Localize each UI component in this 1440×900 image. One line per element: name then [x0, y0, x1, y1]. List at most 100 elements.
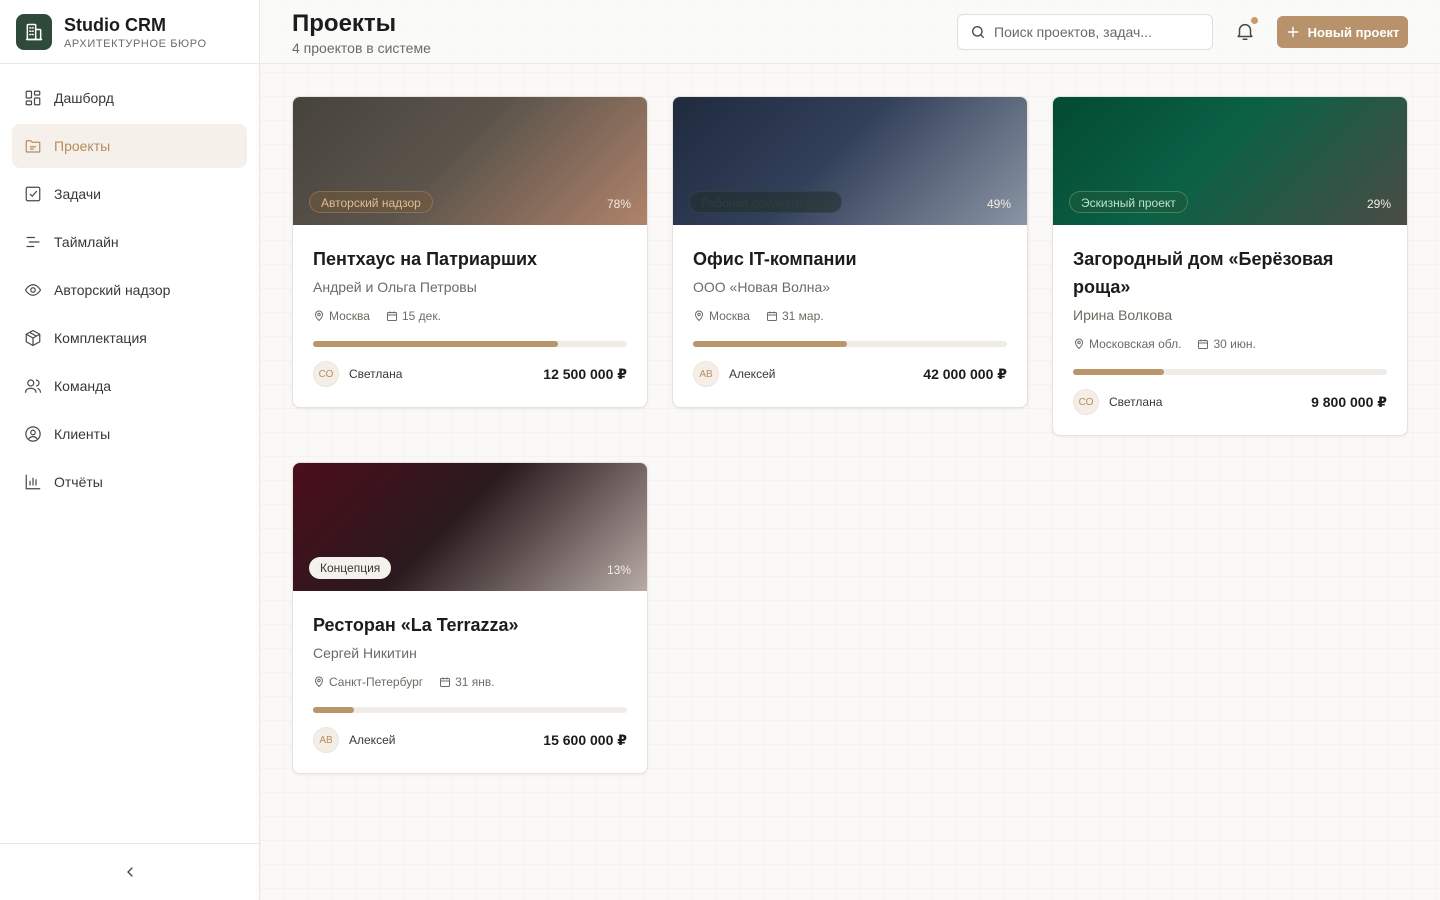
calendar-icon: [440, 677, 451, 687]
user-circle-icon: [24, 425, 42, 443]
map-pin-icon: [314, 676, 324, 688]
sidebar-item-reports[interactable]: Отчёты: [12, 460, 247, 504]
owner-name: Алексей: [349, 733, 396, 747]
project-client: Ирина Волкова: [1073, 307, 1173, 323]
sidebar-nav: Дашборд Проекты Задачи Таймлайн Авторски…: [0, 64, 259, 504]
page-subtitle: 4 проектов в системе: [292, 40, 431, 56]
chevron-left-icon: [126, 867, 133, 877]
dashboard-icon: [24, 89, 42, 107]
plus-icon: [1287, 26, 1298, 38]
sidebar-item-label: Задачи: [54, 186, 102, 202]
sidebar-item-projects[interactable]: Проекты: [12, 124, 247, 168]
sidebar-item-label: Отчёты: [54, 474, 103, 490]
progress-percent: 29%: [1366, 197, 1391, 211]
project-budget: 9 800 000 ₽: [1311, 393, 1387, 410]
project-cover: Рабочая документация 49%: [673, 97, 1027, 225]
map-pin-icon: [1074, 338, 1084, 350]
progress-fill: [313, 341, 558, 347]
project-card[interactable]: Эскизный проект 29% Загородный дом «Берё…: [1052, 96, 1408, 436]
progress-percent: 78%: [606, 197, 631, 211]
project-cover: Концепция 13%: [293, 463, 647, 591]
project-title: Загородный дом «Берёзовая роща»: [1073, 249, 1334, 297]
project-cover: Эскизный проект 29%: [1053, 97, 1407, 225]
brand-subtitle: АРХИТЕКТУРНОЕ БЮРО: [64, 37, 207, 50]
project-client: Андрей и Ольга Петровы: [313, 279, 477, 295]
folder-icon: [24, 137, 42, 155]
progress-percent: 49%: [986, 197, 1011, 211]
stage-badge: Эскизный проект: [1069, 191, 1188, 213]
owner-name: Светлана: [349, 367, 403, 381]
sidebar-item-tasks[interactable]: Задачи: [12, 172, 247, 216]
map-pin-icon: [694, 310, 704, 322]
sidebar-item-clients[interactable]: Клиенты: [12, 412, 247, 456]
collapse-sidebar-button[interactable]: [0, 843, 259, 900]
sidebar-item-label: Комплектация: [54, 330, 147, 346]
stage-badge: Авторский надзор: [309, 191, 433, 213]
search-icon: [972, 26, 984, 38]
sidebar-item-label: Клиенты: [54, 426, 111, 442]
progress-fill: [1073, 369, 1165, 375]
new-project-button[interactable]: Новый проект: [1277, 16, 1408, 48]
sidebar-item-dashboard[interactable]: Дашборд: [12, 76, 247, 120]
sidebar-item-label: Команда: [54, 378, 112, 394]
project-cover: Авторский надзор 78%: [293, 97, 647, 225]
page-title: Проекты: [292, 10, 397, 37]
project-date: 31 янв.: [455, 675, 495, 689]
sidebar-item-label: Проекты: [54, 138, 111, 154]
project-location: Москва: [329, 309, 370, 323]
calendar-icon: [386, 311, 397, 321]
project-budget: 12 500 000 ₽: [543, 365, 627, 382]
progress-bar: [313, 707, 627, 713]
sidebar: Studio CRM АРХИТЕКТУРНОЕ БЮРО Дашборд Пр…: [0, 0, 260, 900]
sidebar-item-team[interactable]: Команда: [12, 364, 247, 408]
project-location: Москва: [709, 309, 750, 323]
calendar-icon: [1198, 339, 1209, 349]
project-date: 15 дек.: [401, 309, 441, 323]
users-icon: [24, 377, 42, 395]
progress-fill: [693, 341, 847, 347]
avatar: СО: [313, 361, 339, 387]
main-content: Проекты 4 проектов в системе Новый проек…: [260, 0, 1440, 900]
sidebar-item-label: Авторский надзор: [54, 282, 171, 298]
stage-badge: Рабочая документация: [689, 191, 842, 213]
project-card[interactable]: Рабочая документация 49% Офис IT-компани…: [672, 96, 1028, 408]
project-client: ООО «Новая Волна»: [693, 279, 831, 295]
calendar-icon: [766, 311, 777, 321]
topbar: Проекты 4 проектов в системе Новый проек…: [260, 0, 1440, 64]
project-budget: 42 000 000 ₽: [923, 365, 1007, 382]
project-card[interactable]: Концепция 13% Ресторан «La Terrazza» Сер…: [292, 462, 648, 774]
sidebar-item-supervision[interactable]: Авторский надзор: [12, 268, 247, 312]
sidebar-item-label: Таймлайн: [54, 234, 119, 250]
project-card[interactable]: Авторский надзор 78% Пентхаус на Патриар…: [292, 96, 648, 408]
brand[interactable]: Studio CRM АРХИТЕКТУРНОЕ БЮРО: [0, 0, 259, 64]
search-input[interactable]: [994, 24, 1204, 40]
checkbox-icon: [24, 185, 42, 203]
owner-name: Светлана: [1109, 395, 1163, 409]
brand-name: Studio CRM: [64, 14, 166, 35]
sidebar-item-equipment[interactable]: Комплектация: [12, 316, 247, 360]
owner-name: Алексей: [729, 367, 776, 381]
project-location: Московская обл.: [1089, 337, 1182, 351]
new-project-label: Новый проект: [1307, 24, 1400, 40]
search-box[interactable]: [957, 14, 1213, 50]
stage-badge: Концепция: [309, 557, 392, 579]
building-icon: [16, 13, 52, 50]
avatar: АВ: [313, 727, 339, 753]
map-pin-icon: [314, 310, 324, 322]
progress-bar: [1073, 369, 1387, 375]
project-date: 31 мар.: [781, 309, 824, 323]
project-location: Санкт-Петербург: [329, 675, 424, 689]
progress-fill: [313, 707, 354, 713]
timeline-icon: [24, 233, 42, 251]
progress-percent: 13%: [606, 563, 631, 577]
project-title: Пентхаус на Патриарших: [313, 249, 538, 269]
notification-dot: [1251, 17, 1258, 24]
project-title: Офис IT-компании: [693, 249, 857, 269]
project-title: Ресторан «La Terrazza»: [313, 615, 519, 635]
project-client: Сергей Никитин: [313, 645, 417, 661]
avatar: СО: [1073, 389, 1099, 415]
progress-bar: [313, 341, 627, 347]
sidebar-item-timeline[interactable]: Таймлайн: [12, 220, 247, 264]
progress-bar: [693, 341, 1007, 347]
eye-icon: [24, 281, 42, 299]
